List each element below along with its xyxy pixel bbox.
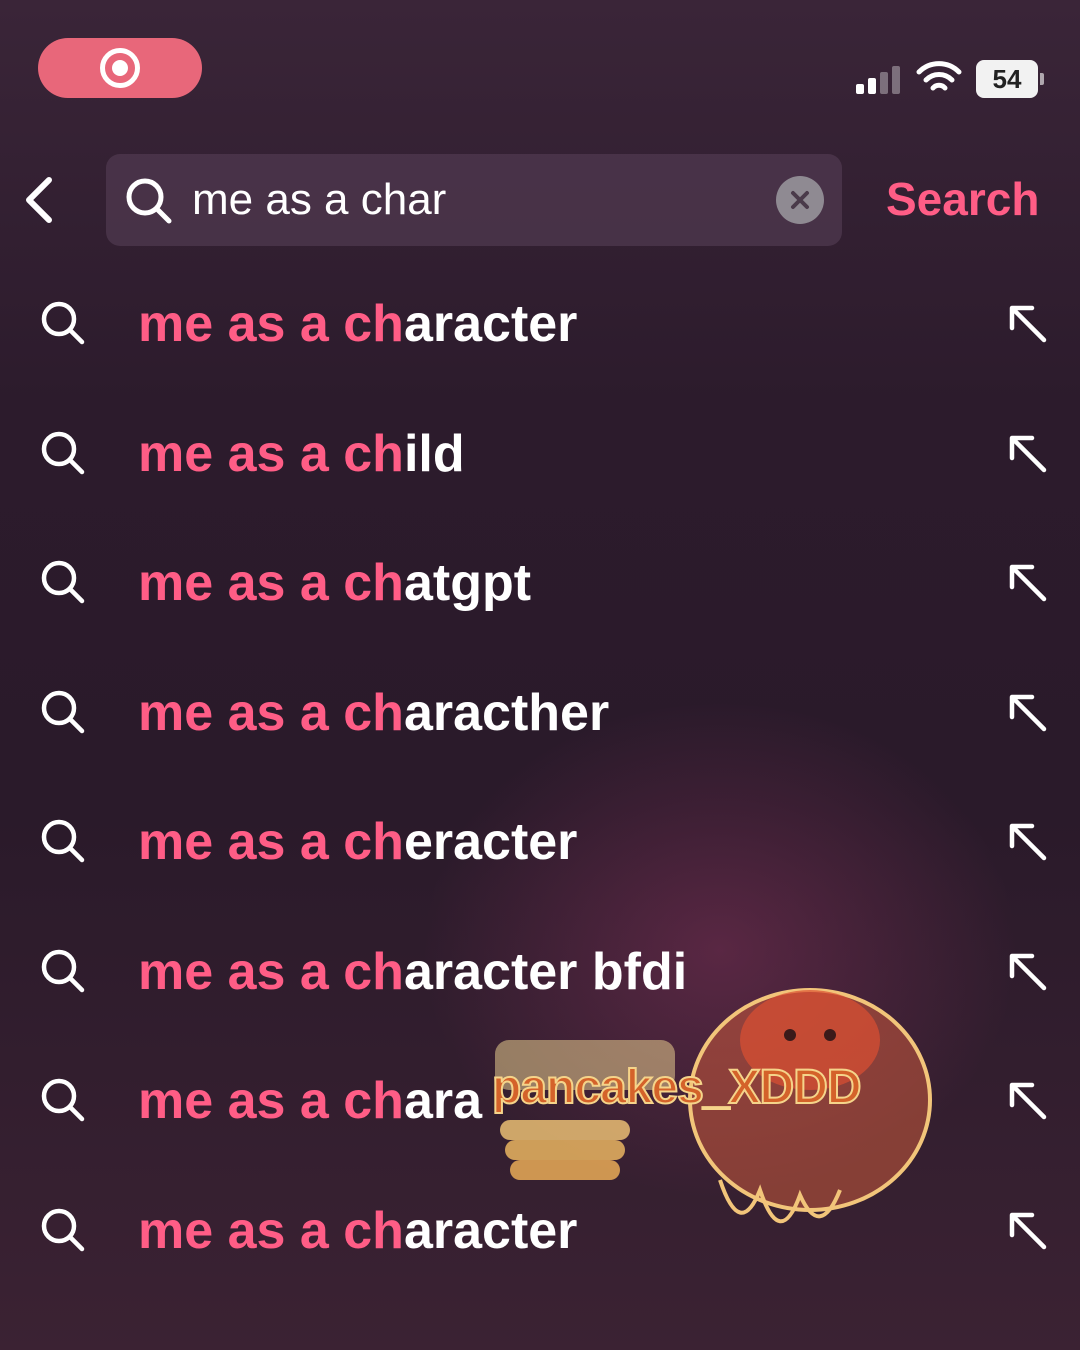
suggestion-match-text: me as a ch — [138, 813, 404, 871]
fill-query-arrow-icon[interactable] — [1004, 689, 1050, 735]
suggestion-label: me as a characther — [138, 683, 609, 743]
search-icon — [41, 690, 85, 733]
suggestion-rest-text: atgpt — [403, 554, 532, 612]
back-chevron-icon — [26, 177, 52, 223]
suggestion-item[interactable]: me as a character — [0, 258, 1080, 388]
suggestion-match-text: me as a ch — [138, 424, 404, 483]
back-button[interactable] — [14, 172, 64, 228]
fill-query-arrow-icon[interactable] — [1004, 818, 1050, 864]
screen-record-indicator[interactable] — [38, 38, 202, 98]
suggestion-rest-text: ild — [403, 424, 465, 483]
search-input[interactable] — [192, 170, 752, 230]
suggestion-match-text: me as a ch — [138, 554, 404, 612]
suggestion-match-text: me as a ch — [138, 683, 404, 742]
clear-icon — [791, 191, 809, 209]
suggestion-rest-text: ara — [403, 1072, 483, 1130]
fill-query-arrow-icon[interactable] — [1004, 559, 1050, 605]
suggestion-rest-text: eracter — [403, 813, 578, 871]
clear-search-button[interactable] — [776, 176, 824, 224]
suggestion-label: me as a child — [138, 424, 465, 484]
search-icon — [41, 949, 85, 992]
search-icon — [41, 431, 85, 474]
suggestion-label: me as a chara — [138, 1071, 482, 1131]
fill-query-arrow-icon[interactable] — [1004, 1077, 1050, 1123]
suggestion-label: me as a cheracter — [138, 812, 577, 872]
fill-query-arrow-icon[interactable] — [1004, 300, 1050, 346]
suggestion-match-text: me as a ch — [138, 1072, 404, 1130]
suggestion-label: me as a chatgpt — [138, 553, 531, 613]
fill-query-arrow-icon[interactable] — [1004, 430, 1050, 476]
search-bar[interactable] — [106, 154, 842, 246]
fill-query-arrow-icon[interactable] — [1004, 948, 1050, 994]
search-icon — [41, 819, 85, 863]
suggestion-item[interactable]: me as a chatgpt — [0, 517, 1080, 647]
suggestion-item[interactable]: me as a cheracter — [0, 776, 1080, 906]
suggestion-item[interactable]: me as a child — [0, 388, 1080, 518]
battery-level: 54 — [992, 63, 1022, 94]
search-icon — [41, 560, 85, 604]
watermark-text: pancakes_XDDD — [491, 1060, 863, 1115]
status-bar: 54 — [0, 0, 1080, 140]
battery-icon: 54 — [976, 60, 1044, 98]
search-button[interactable]: Search — [886, 172, 1039, 226]
suggestion-label: me as a character — [138, 294, 577, 354]
suggestion-rest-text: aracther — [403, 683, 610, 742]
fill-query-arrow-icon[interactable] — [1004, 1207, 1050, 1253]
wifi-icon — [916, 61, 962, 91]
search-icon — [41, 1078, 85, 1122]
screen-record-icon — [100, 48, 140, 88]
search-icon — [126, 178, 172, 224]
cellular-signal-icon — [856, 64, 900, 94]
suggestion-match-text: me as a ch — [138, 295, 404, 353]
search-icon — [41, 1208, 85, 1251]
suggestion-item[interactable]: me as a characther — [0, 647, 1080, 777]
suggestion-match-text: me as a ch — [138, 1201, 404, 1260]
suggestion-match-text: me as a ch — [138, 942, 404, 1001]
search-icon — [41, 301, 85, 345]
suggestion-rest-text: aracter — [403, 295, 578, 353]
